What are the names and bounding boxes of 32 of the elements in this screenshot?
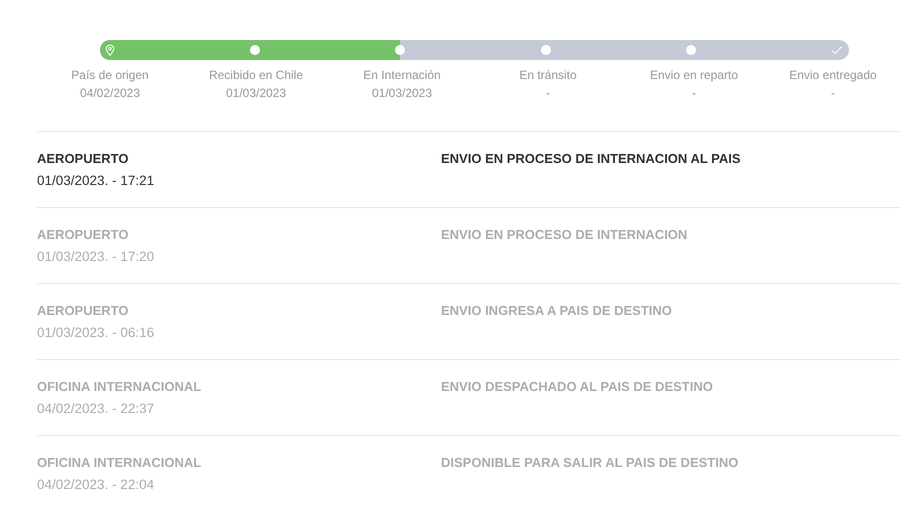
step-date: 04/02/2023 — [78, 85, 142, 102]
step-date: 01/03/2023 — [370, 85, 434, 102]
step-label: Envio en reparto — [648, 67, 740, 84]
step-label: País de origen — [70, 67, 150, 84]
step-label: En Internación — [362, 67, 442, 84]
event-time: 04/02/2023. - 22:04 — [37, 477, 156, 493]
event-time: 01/03/2023. - 17:21 — [37, 173, 156, 189]
event-location: AEROPUERTO — [37, 303, 130, 319]
location-pin-icon — [105, 44, 115, 56]
event-location: OFICINA INTERNACIONAL — [37, 379, 202, 395]
event-description: ENVIO DESPACHADO AL PAIS DE DESTINO — [441, 379, 714, 396]
event-time: 04/02/2023. - 22:37 — [37, 401, 156, 417]
event-time: 01/03/2023. - 17:20 — [37, 249, 156, 265]
event-description: DISPONIBLE PARA SALIR AL PAIS DE DESTINO — [441, 455, 740, 472]
event-description: ENVIO EN PROCESO DE INTERNACION — [441, 227, 688, 244]
event-description: ENVIO EN PROCESO DE INTERNACION AL PAIS — [441, 151, 742, 168]
step-label: En tránsito — [518, 67, 578, 84]
event-location: AEROPUERTO — [37, 151, 130, 167]
step-label: Recibido en Chile — [208, 67, 304, 84]
step-date: - — [691, 85, 697, 102]
step-date: - — [830, 85, 836, 102]
step-date: 01/03/2023 — [224, 85, 288, 102]
step-date: - — [545, 85, 551, 102]
step-dot — [395, 45, 406, 55]
event-location: OFICINA INTERNACIONAL — [37, 455, 202, 471]
event-location: AEROPUERTO — [37, 227, 130, 243]
check-icon — [830, 45, 843, 55]
event-time: 01/03/2023. - 06:16 — [37, 325, 156, 341]
event-description: ENVIO INGRESA A PAIS DE DESTINO — [441, 303, 673, 320]
step-dot — [540, 45, 551, 55]
step-dot — [686, 45, 696, 55]
step-label: Envio entregado — [788, 67, 878, 84]
